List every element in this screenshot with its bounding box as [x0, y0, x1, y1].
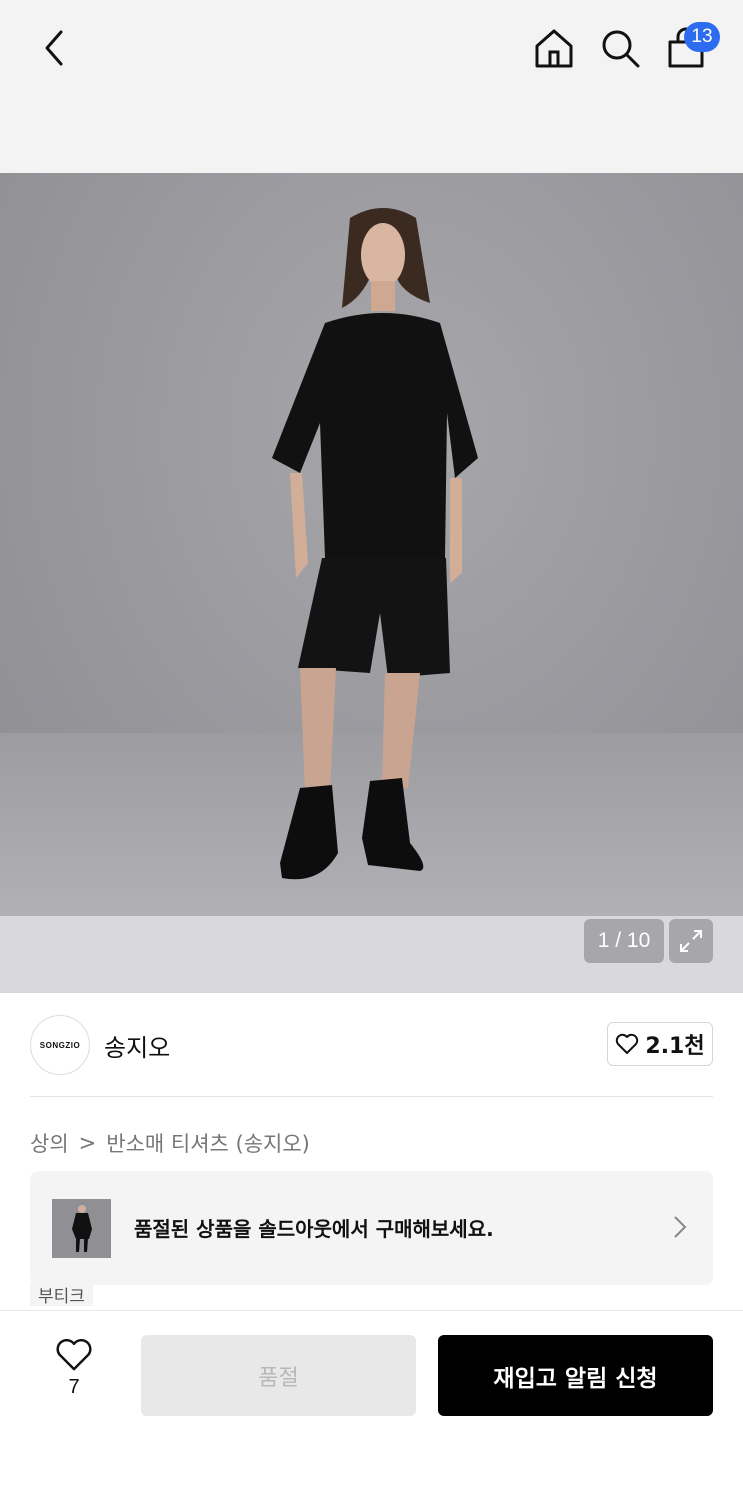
soldout-button: 품절: [141, 1335, 416, 1416]
expand-button[interactable]: [669, 919, 713, 963]
home-button[interactable]: [532, 26, 576, 70]
cart-count-badge: 13: [684, 22, 720, 52]
breadcrumb-subcategory[interactable]: 반소매 티셔츠 (송지오): [106, 1128, 310, 1158]
promo-thumbnail: [52, 1199, 111, 1258]
heart-icon: [616, 1033, 639, 1054]
model-figure: [272, 208, 478, 880]
promo-text: 품절된 상품을 솔드아웃에서 구매해보세요.: [134, 1217, 494, 1241]
brand-row[interactable]: SONGZIO 송지오 2.1천: [30, 1015, 713, 1075]
bottom-action-bar: 7 품절 재입고 알림 신청: [0, 1310, 743, 1500]
brand-name[interactable]: 송지오: [104, 1028, 170, 1063]
product-photo[interactable]: [0, 173, 743, 916]
home-icon: [535, 29, 573, 68]
breadcrumb-category[interactable]: 상의: [30, 1128, 69, 1158]
chevron-left-icon: [45, 30, 63, 66]
boutique-tag: 부티크: [30, 1282, 93, 1307]
breadcrumb-separator: >: [78, 1131, 97, 1155]
search-button[interactable]: [598, 26, 642, 70]
chevron-right-icon: [674, 1216, 687, 1238]
wishlist-count: 7: [68, 1376, 80, 1398]
restock-alert-button[interactable]: 재입고 알림 신청: [438, 1335, 713, 1416]
wishlist-button[interactable]: 7: [50, 1339, 98, 1399]
brand-like-count: 2.1천: [645, 1034, 705, 1059]
breadcrumb: 상의 > 반소매 티셔츠 (송지오): [30, 1128, 310, 1158]
back-button[interactable]: [34, 26, 74, 70]
divider: [30, 1096, 713, 1097]
brand-logo[interactable]: SONGZIO: [30, 1015, 90, 1075]
expand-icon: [680, 930, 702, 952]
heart-icon: [56, 1339, 92, 1371]
brand-like-button[interactable]: 2.1천: [607, 1022, 713, 1066]
product-gallery[interactable]: 1 / 10: [0, 173, 743, 993]
image-counter: 1 / 10: [584, 919, 664, 963]
search-icon: [602, 30, 640, 68]
soldout-promo-banner[interactable]: 품절된 상품을 솔드아웃에서 구매해보세요.: [30, 1171, 713, 1285]
top-bar: [0, 0, 743, 173]
